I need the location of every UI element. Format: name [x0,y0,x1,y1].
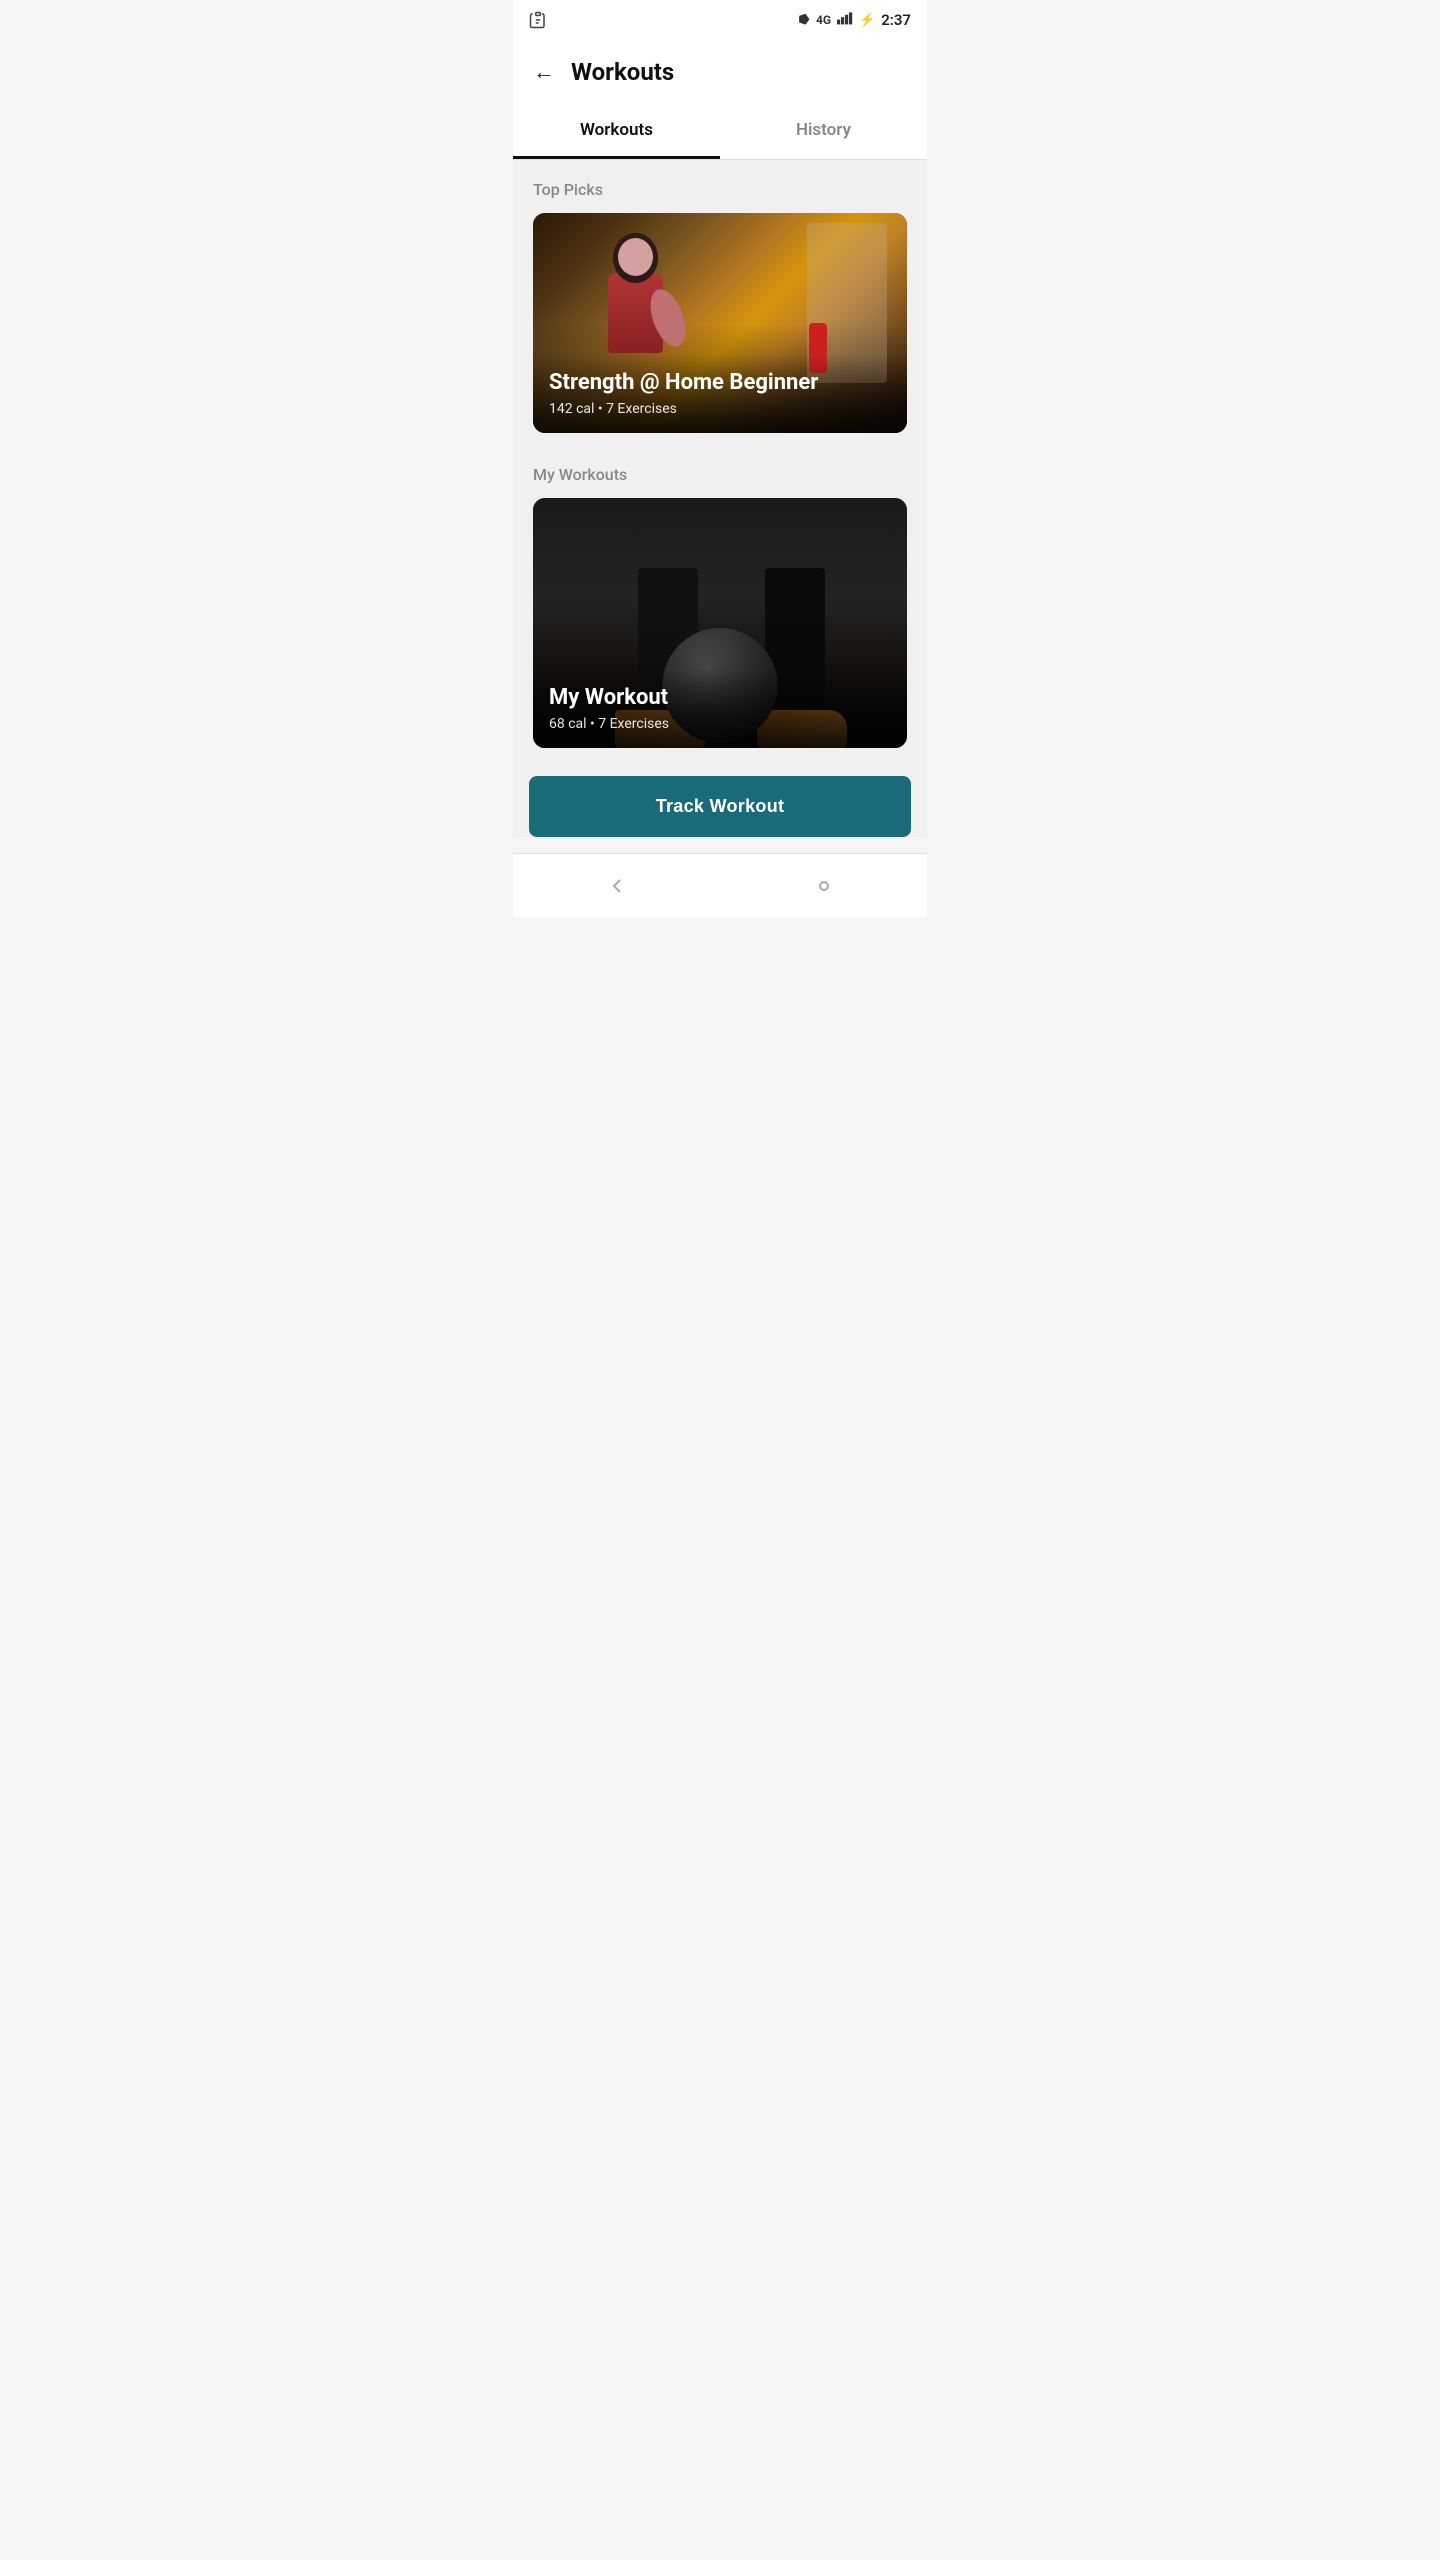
network-label: 4G [816,13,831,27]
tab-history[interactable]: History [720,104,927,159]
status-left-icons [529,11,547,29]
my-workouts-title: My Workouts [533,465,907,484]
nav-back-icon[interactable] [597,866,637,906]
content-area: Top Picks [513,160,927,837]
track-workout-button[interactable]: Track Workout [529,776,911,837]
time-display: 2:37 [881,11,911,29]
my-workout-card-meta: 68 cal • 7 Exercises [549,716,891,732]
status-right-icons: ⭓ 4G ⚡ 2:37 [799,11,911,29]
tab-workouts[interactable]: Workouts [513,104,720,159]
top-picks-card-meta: 142 cal • 7 Exercises [549,401,891,417]
clipboard-icon [529,11,547,29]
top-picks-card-overlay: Strength @ Home Beginner 142 cal • 7 Exe… [533,354,907,433]
my-workout-card[interactable]: My Workout 68 cal • 7 Exercises [533,498,907,748]
back-arrow-icon: ← [533,59,555,85]
top-picks-card[interactable]: Strength @ Home Beginner 142 cal • 7 Exe… [533,213,907,433]
bluetooth-icon: ⭓ [799,13,810,28]
back-button[interactable]: ← [533,59,555,85]
my-workouts-section: My Workouts [513,445,927,760]
top-picks-title: Top Picks [533,180,907,199]
header: ← Workouts [513,40,927,104]
status-bar: ⭓ 4G ⚡ 2:37 [513,0,927,40]
my-workout-card-title: My Workout [549,685,891,710]
page-title: Workouts [571,58,674,86]
bottom-nav [513,853,927,918]
battery-icon: ⚡ [859,13,875,28]
signal-icon [837,11,853,29]
tabs-container: Workouts History [513,104,927,160]
my-workout-card-overlay: My Workout 68 cal • 7 Exercises [533,669,907,748]
nav-home-icon[interactable] [804,866,844,906]
top-picks-section: Top Picks [513,160,927,445]
top-picks-card-title: Strength @ Home Beginner [549,370,891,395]
